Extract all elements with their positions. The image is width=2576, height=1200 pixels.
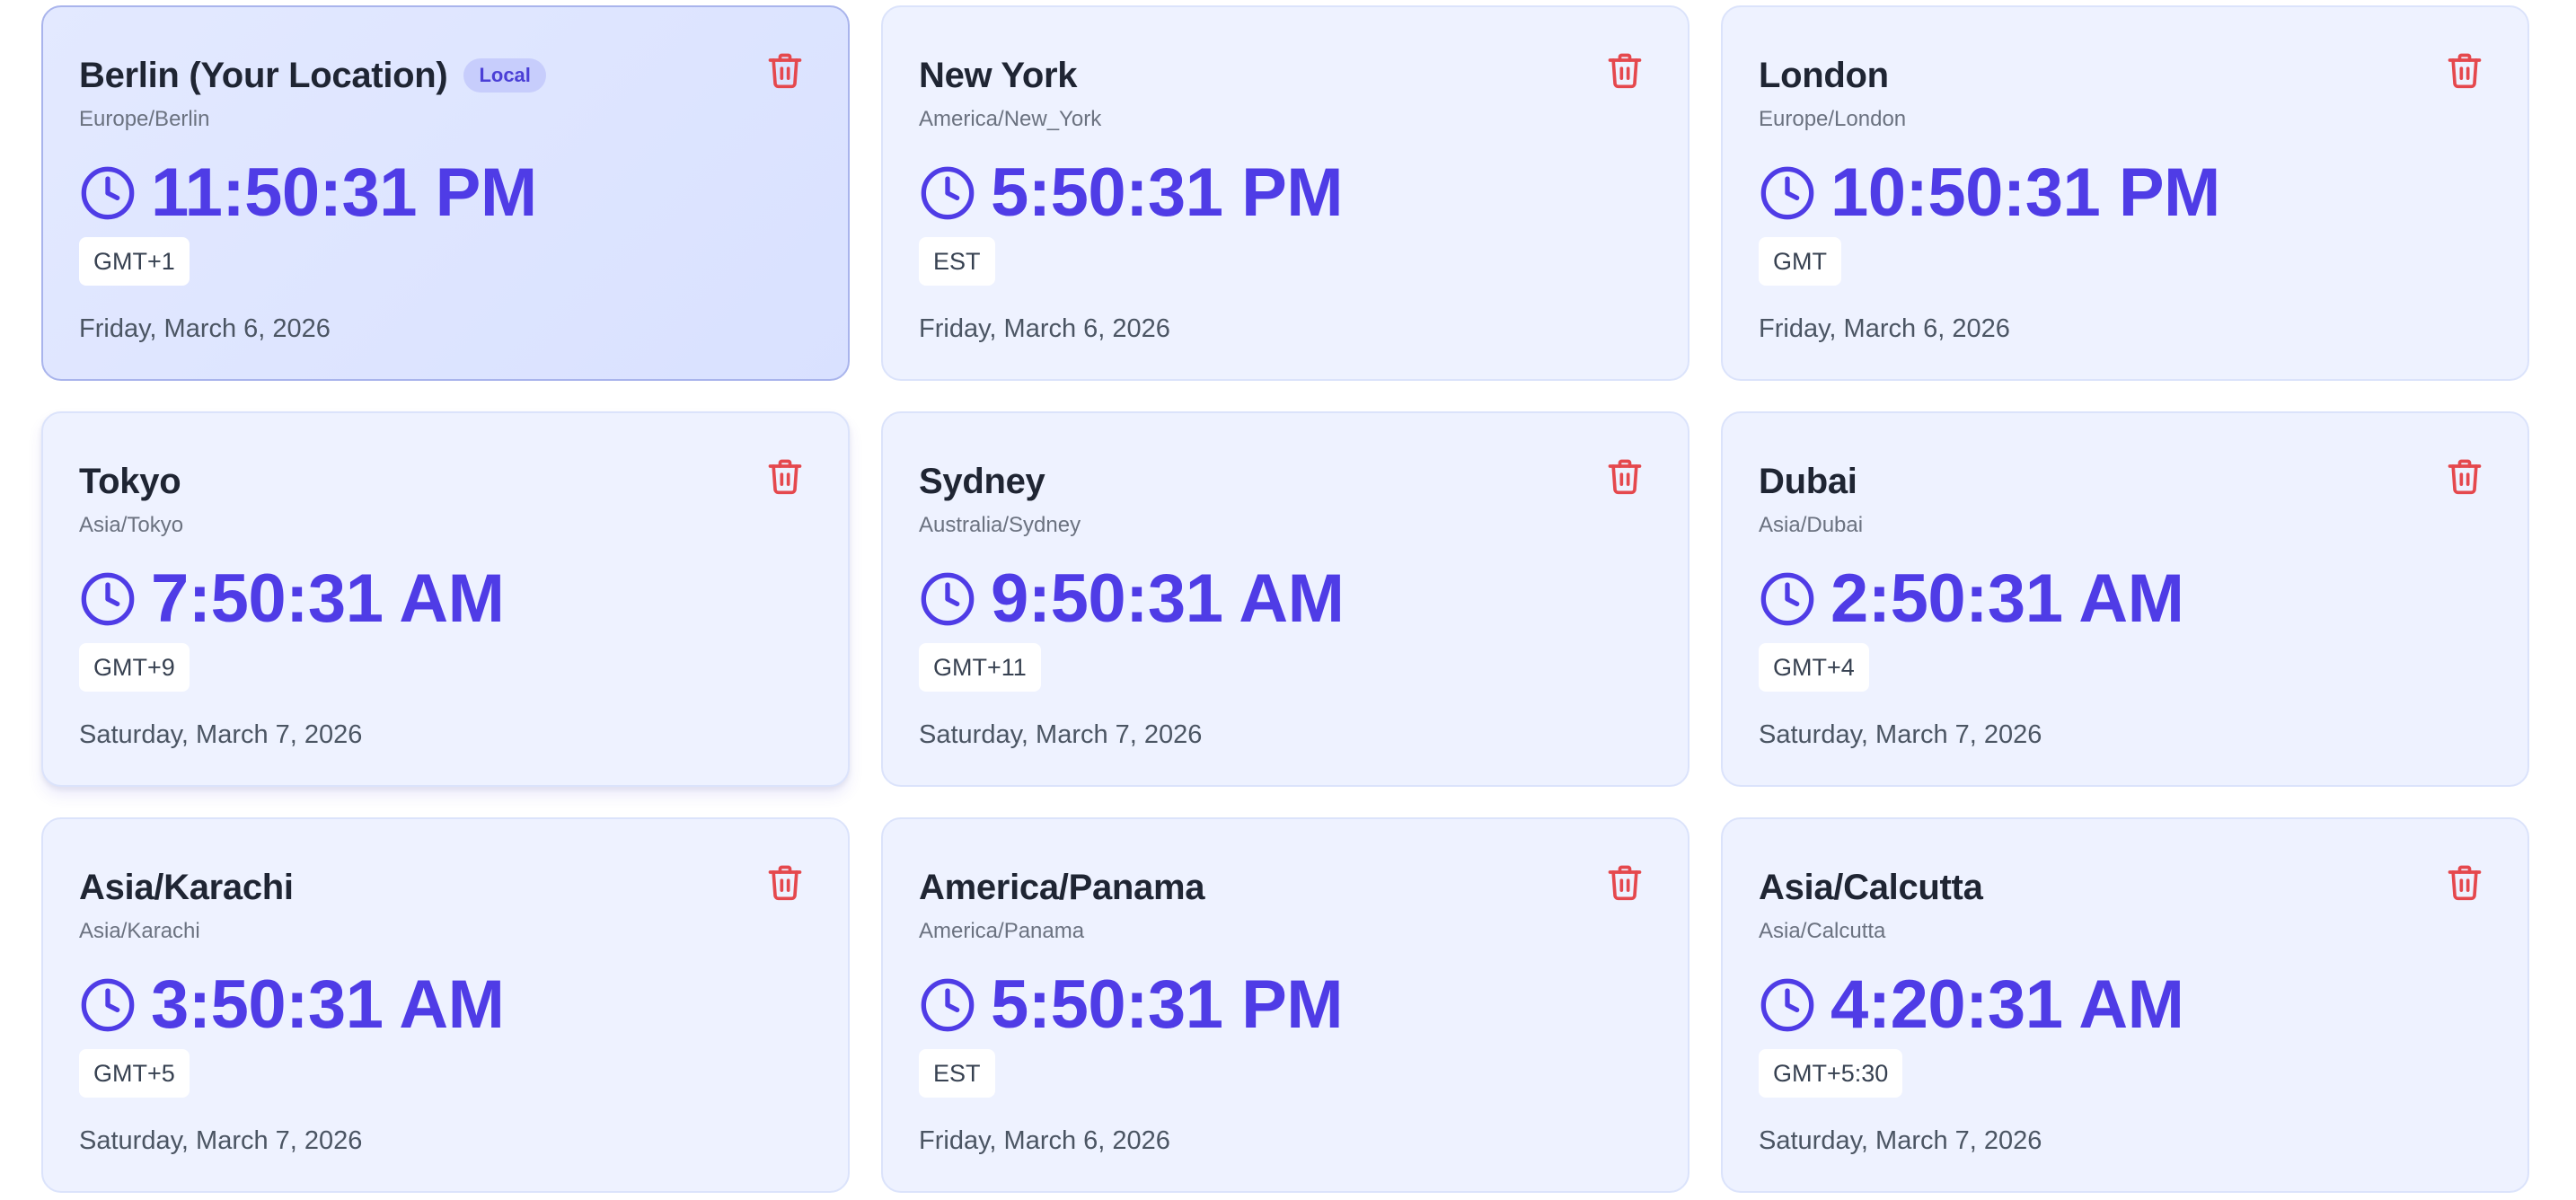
current-time: 2:50:31 AM xyxy=(1831,560,2184,637)
clock-icon xyxy=(81,978,135,1032)
city-name: London xyxy=(1759,56,1889,95)
current-date: Friday, March 6, 2026 xyxy=(919,314,1170,343)
timezone-id: America/Panama xyxy=(919,919,1085,943)
clock-card-dubai: Dubai Asia/Dubai 2:50:31 AM GMT+4 Saturd… xyxy=(1721,411,2529,787)
timezone-abbreviation: GMT+1 xyxy=(79,237,190,286)
city-name: Berlin (Your Location) xyxy=(79,56,448,95)
clock-icon xyxy=(1760,166,1814,220)
card-header: Asia/Calcutta xyxy=(1759,862,1983,913)
timezone-abbreviation: EST xyxy=(919,1049,995,1098)
timezone-abbreviation: EST xyxy=(919,237,995,286)
clock-icon xyxy=(81,166,135,220)
clock-card-london: London Europe/London 10:50:31 PM GMT Fri… xyxy=(1721,5,2529,381)
clock-icon xyxy=(81,572,135,626)
city-name: Sydney xyxy=(919,462,1045,501)
city-name: Dubai xyxy=(1759,462,1857,501)
current-date: Saturday, March 7, 2026 xyxy=(1759,1126,2042,1155)
card-header: New York xyxy=(919,50,1078,101)
current-date: Friday, March 6, 2026 xyxy=(1759,314,2010,343)
clock-card-tokyo: Tokyo Asia/Tokyo 7:50:31 AM GMT+9 Saturd… xyxy=(41,411,850,787)
timezone-id: America/New_York xyxy=(919,107,1102,131)
current-time: 3:50:31 AM xyxy=(151,966,505,1043)
timezone-id: Australia/Sydney xyxy=(919,513,1081,537)
card-header: Berlin (Your Location) Local xyxy=(79,50,546,101)
current-time: 10:50:31 PM xyxy=(1831,154,2220,231)
current-date: Saturday, March 7, 2026 xyxy=(1759,720,2042,749)
card-header: Asia/Karachi xyxy=(79,862,294,913)
timezone-id: Asia/Dubai xyxy=(1759,513,1864,537)
current-time: 4:20:31 AM xyxy=(1831,966,2184,1043)
trash-icon[interactable] xyxy=(2445,456,2484,496)
trash-icon[interactable] xyxy=(1605,862,1645,902)
clock-icon xyxy=(921,166,975,220)
timezone-id: Asia/Tokyo xyxy=(79,513,184,537)
card-header: America/Panama xyxy=(919,862,1205,913)
trash-icon[interactable] xyxy=(1605,456,1645,496)
city-name: Asia/Karachi xyxy=(79,868,294,907)
card-header: Dubai xyxy=(1759,456,1857,507)
timezone-id: Europe/Berlin xyxy=(79,107,210,131)
clock-card-karachi: Asia/Karachi Asia/Karachi 3:50:31 AM GMT… xyxy=(41,817,850,1193)
current-time: 5:50:31 PM xyxy=(991,966,1344,1043)
card-header: Tokyo xyxy=(79,456,181,507)
current-date: Saturday, March 7, 2026 xyxy=(79,720,363,749)
current-date: Saturday, March 7, 2026 xyxy=(79,1126,363,1155)
time-row: 2:50:31 AM xyxy=(1759,559,2184,640)
timezone-abbreviation: GMT xyxy=(1759,237,1841,286)
timezone-id: Europe/London xyxy=(1759,107,1907,131)
clock-card-berlin: Berlin (Your Location) Local Europe/Berl… xyxy=(41,5,850,381)
time-row: 9:50:31 AM xyxy=(919,559,1345,640)
current-date: Friday, March 6, 2026 xyxy=(79,314,331,343)
trash-icon[interactable] xyxy=(765,862,805,902)
current-time: 9:50:31 AM xyxy=(991,560,1345,637)
trash-icon[interactable] xyxy=(2445,862,2484,902)
clock-card-new-york: New York America/New_York 5:50:31 PM EST… xyxy=(881,5,1689,381)
time-row: 5:50:31 PM xyxy=(919,153,1344,234)
city-name: Asia/Calcutta xyxy=(1759,868,1983,907)
trash-icon[interactable] xyxy=(2445,50,2484,90)
timezone-abbreviation: GMT+4 xyxy=(1759,643,1869,692)
clock-icon xyxy=(921,572,975,626)
city-name: New York xyxy=(919,56,1078,95)
time-row: 11:50:31 PM xyxy=(79,153,537,234)
card-header: London xyxy=(1759,50,1889,101)
current-date: Saturday, March 7, 2026 xyxy=(919,720,1203,749)
clock-icon xyxy=(1760,572,1814,626)
world-clock-grid: Berlin (Your Location) Local Europe/Berl… xyxy=(41,5,2529,1193)
clock-card-panama: America/Panama America/Panama 5:50:31 PM… xyxy=(881,817,1689,1193)
card-header: Sydney xyxy=(919,456,1045,507)
timezone-abbreviation: GMT+5:30 xyxy=(1759,1049,1903,1098)
trash-icon[interactable] xyxy=(765,50,805,90)
clock-card-sydney: Sydney Australia/Sydney 9:50:31 AM GMT+1… xyxy=(881,411,1689,787)
time-row: 7:50:31 AM xyxy=(79,559,505,640)
timezone-id: Asia/Calcutta xyxy=(1759,919,1886,943)
current-time: 11:50:31 PM xyxy=(151,154,537,231)
city-name: Tokyo xyxy=(79,462,181,501)
clock-card-calcutta: Asia/Calcutta Asia/Calcutta 4:20:31 AM G… xyxy=(1721,817,2529,1193)
trash-icon[interactable] xyxy=(1605,50,1645,90)
current-time: 5:50:31 PM xyxy=(991,154,1344,231)
timezone-abbreviation: GMT+11 xyxy=(919,643,1041,692)
local-badge: Local xyxy=(463,58,546,93)
current-time: 7:50:31 AM xyxy=(151,560,505,637)
trash-icon[interactable] xyxy=(765,456,805,496)
city-name: America/Panama xyxy=(919,868,1205,907)
clock-icon xyxy=(921,978,975,1032)
time-row: 5:50:31 PM xyxy=(919,965,1344,1046)
current-date: Friday, March 6, 2026 xyxy=(919,1126,1170,1155)
timezone-abbreviation: GMT+9 xyxy=(79,643,190,692)
time-row: 4:20:31 AM xyxy=(1759,965,2184,1046)
timezone-id: Asia/Karachi xyxy=(79,919,200,943)
time-row: 10:50:31 PM xyxy=(1759,153,2220,234)
time-row: 3:50:31 AM xyxy=(79,965,505,1046)
timezone-abbreviation: GMT+5 xyxy=(79,1049,190,1098)
clock-icon xyxy=(1760,978,1814,1032)
